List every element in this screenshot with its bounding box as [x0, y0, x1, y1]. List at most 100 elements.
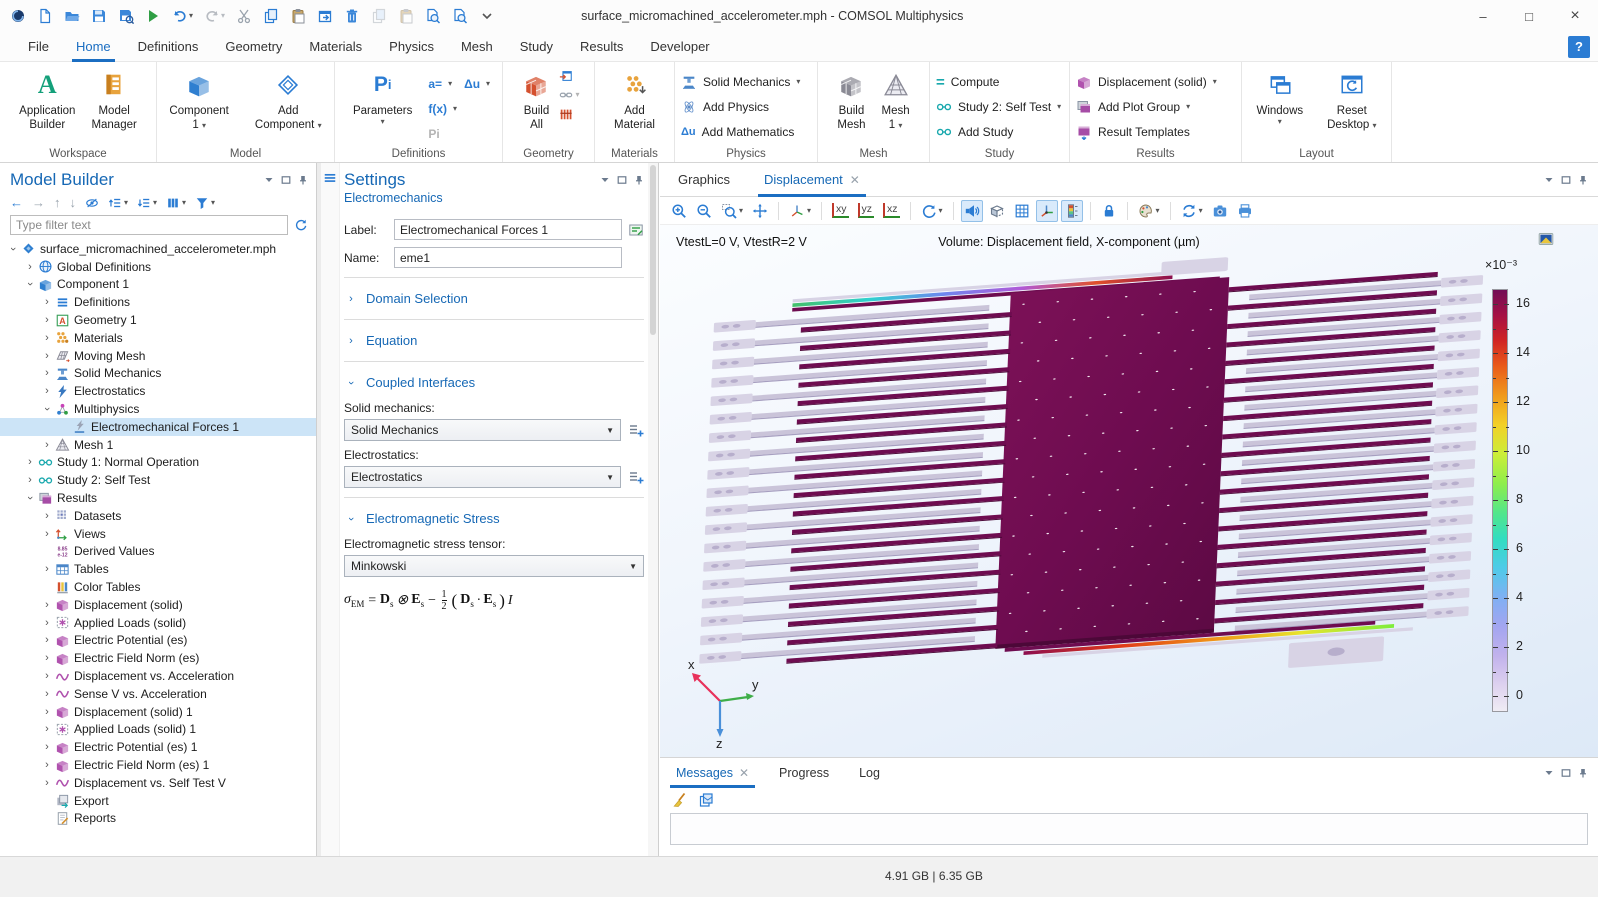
nonlocal-couplings-button[interactable]: Δu▾ [464, 73, 490, 95]
add-study-button[interactable]: Add Study [936, 121, 1061, 143]
tree-expand-arrow[interactable]: › [40, 332, 54, 344]
tree-item-mesh-1[interactable]: ›Mesh 1 [0, 436, 316, 454]
tab-progress[interactable]: Progress [779, 758, 829, 788]
forward-icon[interactable]: → [32, 195, 45, 210]
solid-mechanics-button[interactable]: Solid Mechanics▾ [681, 71, 800, 93]
tree-expand-arrow[interactable]: › [40, 617, 54, 629]
tree-item-derived-values[interactable]: Derived Values [0, 543, 316, 561]
tree-item-electrostatics[interactable]: ›Electrostatics [0, 382, 316, 400]
tree-expand-arrow[interactable]: › [40, 688, 54, 700]
menu-developer[interactable]: Developer [650, 32, 709, 62]
redo-button[interactable]: ▾ [204, 8, 225, 24]
tree-item-datasets[interactable]: ›Datasets [0, 507, 316, 525]
refresh-icon[interactable] [294, 218, 308, 232]
collapse-all-button[interactable]: ▾ [108, 196, 128, 210]
color-palette-button[interactable]: ▾ [1135, 200, 1163, 222]
tree-item-surface-micromachined-accelerometer-mph[interactable]: ›surface_micromachined_accelerometer.mph [0, 240, 316, 258]
back-icon[interactable]: ← [10, 195, 23, 210]
tree-item-sense-v-vs-acceleration[interactable]: ›Sense V vs. Acceleration [0, 685, 316, 703]
save-icon[interactable] [91, 8, 107, 24]
tree-expand-arrow[interactable]: › [40, 652, 54, 664]
tree-expand-arrow[interactable]: › [40, 634, 54, 646]
view-lock-button[interactable] [1098, 200, 1120, 222]
tree-item-displacement-solid-1[interactable]: ›Displacement (solid) 1 [0, 703, 316, 721]
filter-button[interactable]: ▾ [195, 196, 215, 210]
result-templates-button[interactable]: Result Templates [1076, 121, 1217, 143]
menu-file[interactable]: File [28, 32, 49, 62]
component-1-button[interactable]: Component1 ▾ [163, 67, 234, 135]
plot-thumbnail-icon[interactable] [1538, 231, 1554, 247]
build-mesh-button[interactable]: BuildMesh [831, 67, 871, 135]
panel-float-icon[interactable] [281, 175, 291, 185]
name-field[interactable] [394, 247, 622, 268]
tree-expand-arrow[interactable]: › [40, 528, 54, 540]
add-physics-button[interactable]: Add Physics [681, 96, 800, 118]
tree-item-displacement-vs-acceleration[interactable]: ›Displacement vs. Acceleration [0, 667, 316, 685]
tree-expand-arrow[interactable]: › [40, 599, 54, 611]
rename-icon[interactable] [628, 222, 644, 238]
tree-expand-arrow[interactable]: › [40, 439, 54, 451]
windows-button[interactable]: Windows▾ [1250, 67, 1309, 128]
panel-float-icon[interactable] [617, 175, 627, 185]
new-file-icon[interactable] [37, 8, 53, 24]
displacement-solid-button[interactable]: Displacement (solid)▾ [1076, 71, 1217, 93]
help-button[interactable]: ? [1568, 36, 1590, 58]
node-columns-button[interactable]: ▾ [166, 196, 186, 210]
study-2-self-test-button[interactable]: Study 2: Self Test▾ [936, 96, 1061, 118]
undo-button[interactable]: ▾ [172, 8, 193, 24]
tree-collapse-arrow[interactable]: › [23, 492, 37, 504]
tree-item-electric-field-norm-es-1[interactable]: ›Electric Field Norm (es) 1 [0, 756, 316, 774]
menu-geometry[interactable]: Geometry [225, 32, 282, 62]
tree-expand-arrow[interactable]: › [23, 261, 37, 273]
compute-button[interactable]: =Compute [936, 71, 1061, 93]
add-interface-icon[interactable] [628, 469, 644, 485]
view-xz-button[interactable]: xz [880, 200, 903, 222]
stress-tensor-select[interactable]: Minkowski▼ [344, 555, 644, 577]
view-yz-button[interactable]: yz [855, 200, 878, 222]
tree-item-definitions[interactable]: ›Definitions [0, 293, 316, 311]
settings-scrollbar[interactable] [648, 163, 658, 856]
panel-float-icon[interactable] [1561, 175, 1571, 185]
tree-filter-input[interactable] [10, 215, 288, 235]
zoom-in-button[interactable] [668, 200, 690, 222]
move-up-icon[interactable]: ↑ [54, 195, 61, 210]
reset-desktop-button[interactable]: ResetDesktop ▾ [1321, 67, 1382, 135]
section-electromagnetic-stress[interactable]: ›Electromagnetic Stress [344, 507, 644, 530]
menu-materials[interactable]: Materials [309, 32, 362, 62]
go-to-view-button[interactable]: ▾ [786, 200, 814, 222]
tree-item-component-1[interactable]: ›Component 1 [0, 276, 316, 294]
tree-expand-arrow[interactable]: › [40, 296, 54, 308]
tree-expand-arrow[interactable]: › [40, 670, 54, 682]
section-domain-selection[interactable]: ›Domain Selection [344, 287, 644, 310]
tab-displacement[interactable]: Displacement✕ [764, 163, 860, 197]
duplicate-icon[interactable] [317, 8, 333, 24]
tree-expand-arrow[interactable]: › [23, 474, 37, 486]
tree-expand-arrow[interactable]: › [40, 777, 54, 789]
build-all-button[interactable]: BuildAll [517, 67, 555, 135]
tree-item-electric-potential-es[interactable]: ›Electric Potential (es) [0, 632, 316, 650]
view-xy-button[interactable]: xy [829, 200, 852, 222]
tree-expand-arrow[interactable]: › [40, 741, 54, 753]
mesh-1-button[interactable]: Mesh1 ▾ [876, 67, 916, 135]
tree-expand-arrow[interactable]: › [40, 367, 54, 379]
tree-collapse-arrow[interactable]: › [6, 243, 20, 255]
settings-menu-icon[interactable] [323, 171, 337, 185]
panel-pin-icon[interactable] [1578, 768, 1588, 778]
tree-item-displacement-vs-self-test-v[interactable]: ›Displacement vs. Self Test V [0, 774, 316, 792]
tree-collapse-arrow[interactable]: › [23, 278, 37, 290]
menu-definitions[interactable]: Definitions [138, 32, 199, 62]
expand-all-button[interactable]: ▾ [137, 196, 157, 210]
section-equation[interactable]: ›Equation [344, 329, 644, 352]
application-builder-button[interactable]: A ApplicationBuilder [13, 67, 81, 135]
variables-button[interactable]: a=▾ [428, 73, 452, 95]
add-interface-icon[interactable] [628, 422, 644, 438]
panel-pin-icon[interactable] [1578, 175, 1588, 185]
menu-physics[interactable]: Physics [389, 32, 434, 62]
plot-canvas[interactable]: VtestL=0 V, VtestR=2 V Volume: Displacem… [660, 225, 1598, 757]
tab-messages[interactable]: Messages✕ [676, 758, 749, 788]
tree-expand-arrow[interactable]: › [40, 706, 54, 718]
grid-toggle[interactable] [1011, 200, 1033, 222]
tree-item-applied-loads-solid[interactable]: ›Applied Loads (solid) [0, 614, 316, 632]
electrostatics-select[interactable]: Electrostatics▼ [344, 466, 621, 488]
zoom-out-button[interactable] [693, 200, 715, 222]
